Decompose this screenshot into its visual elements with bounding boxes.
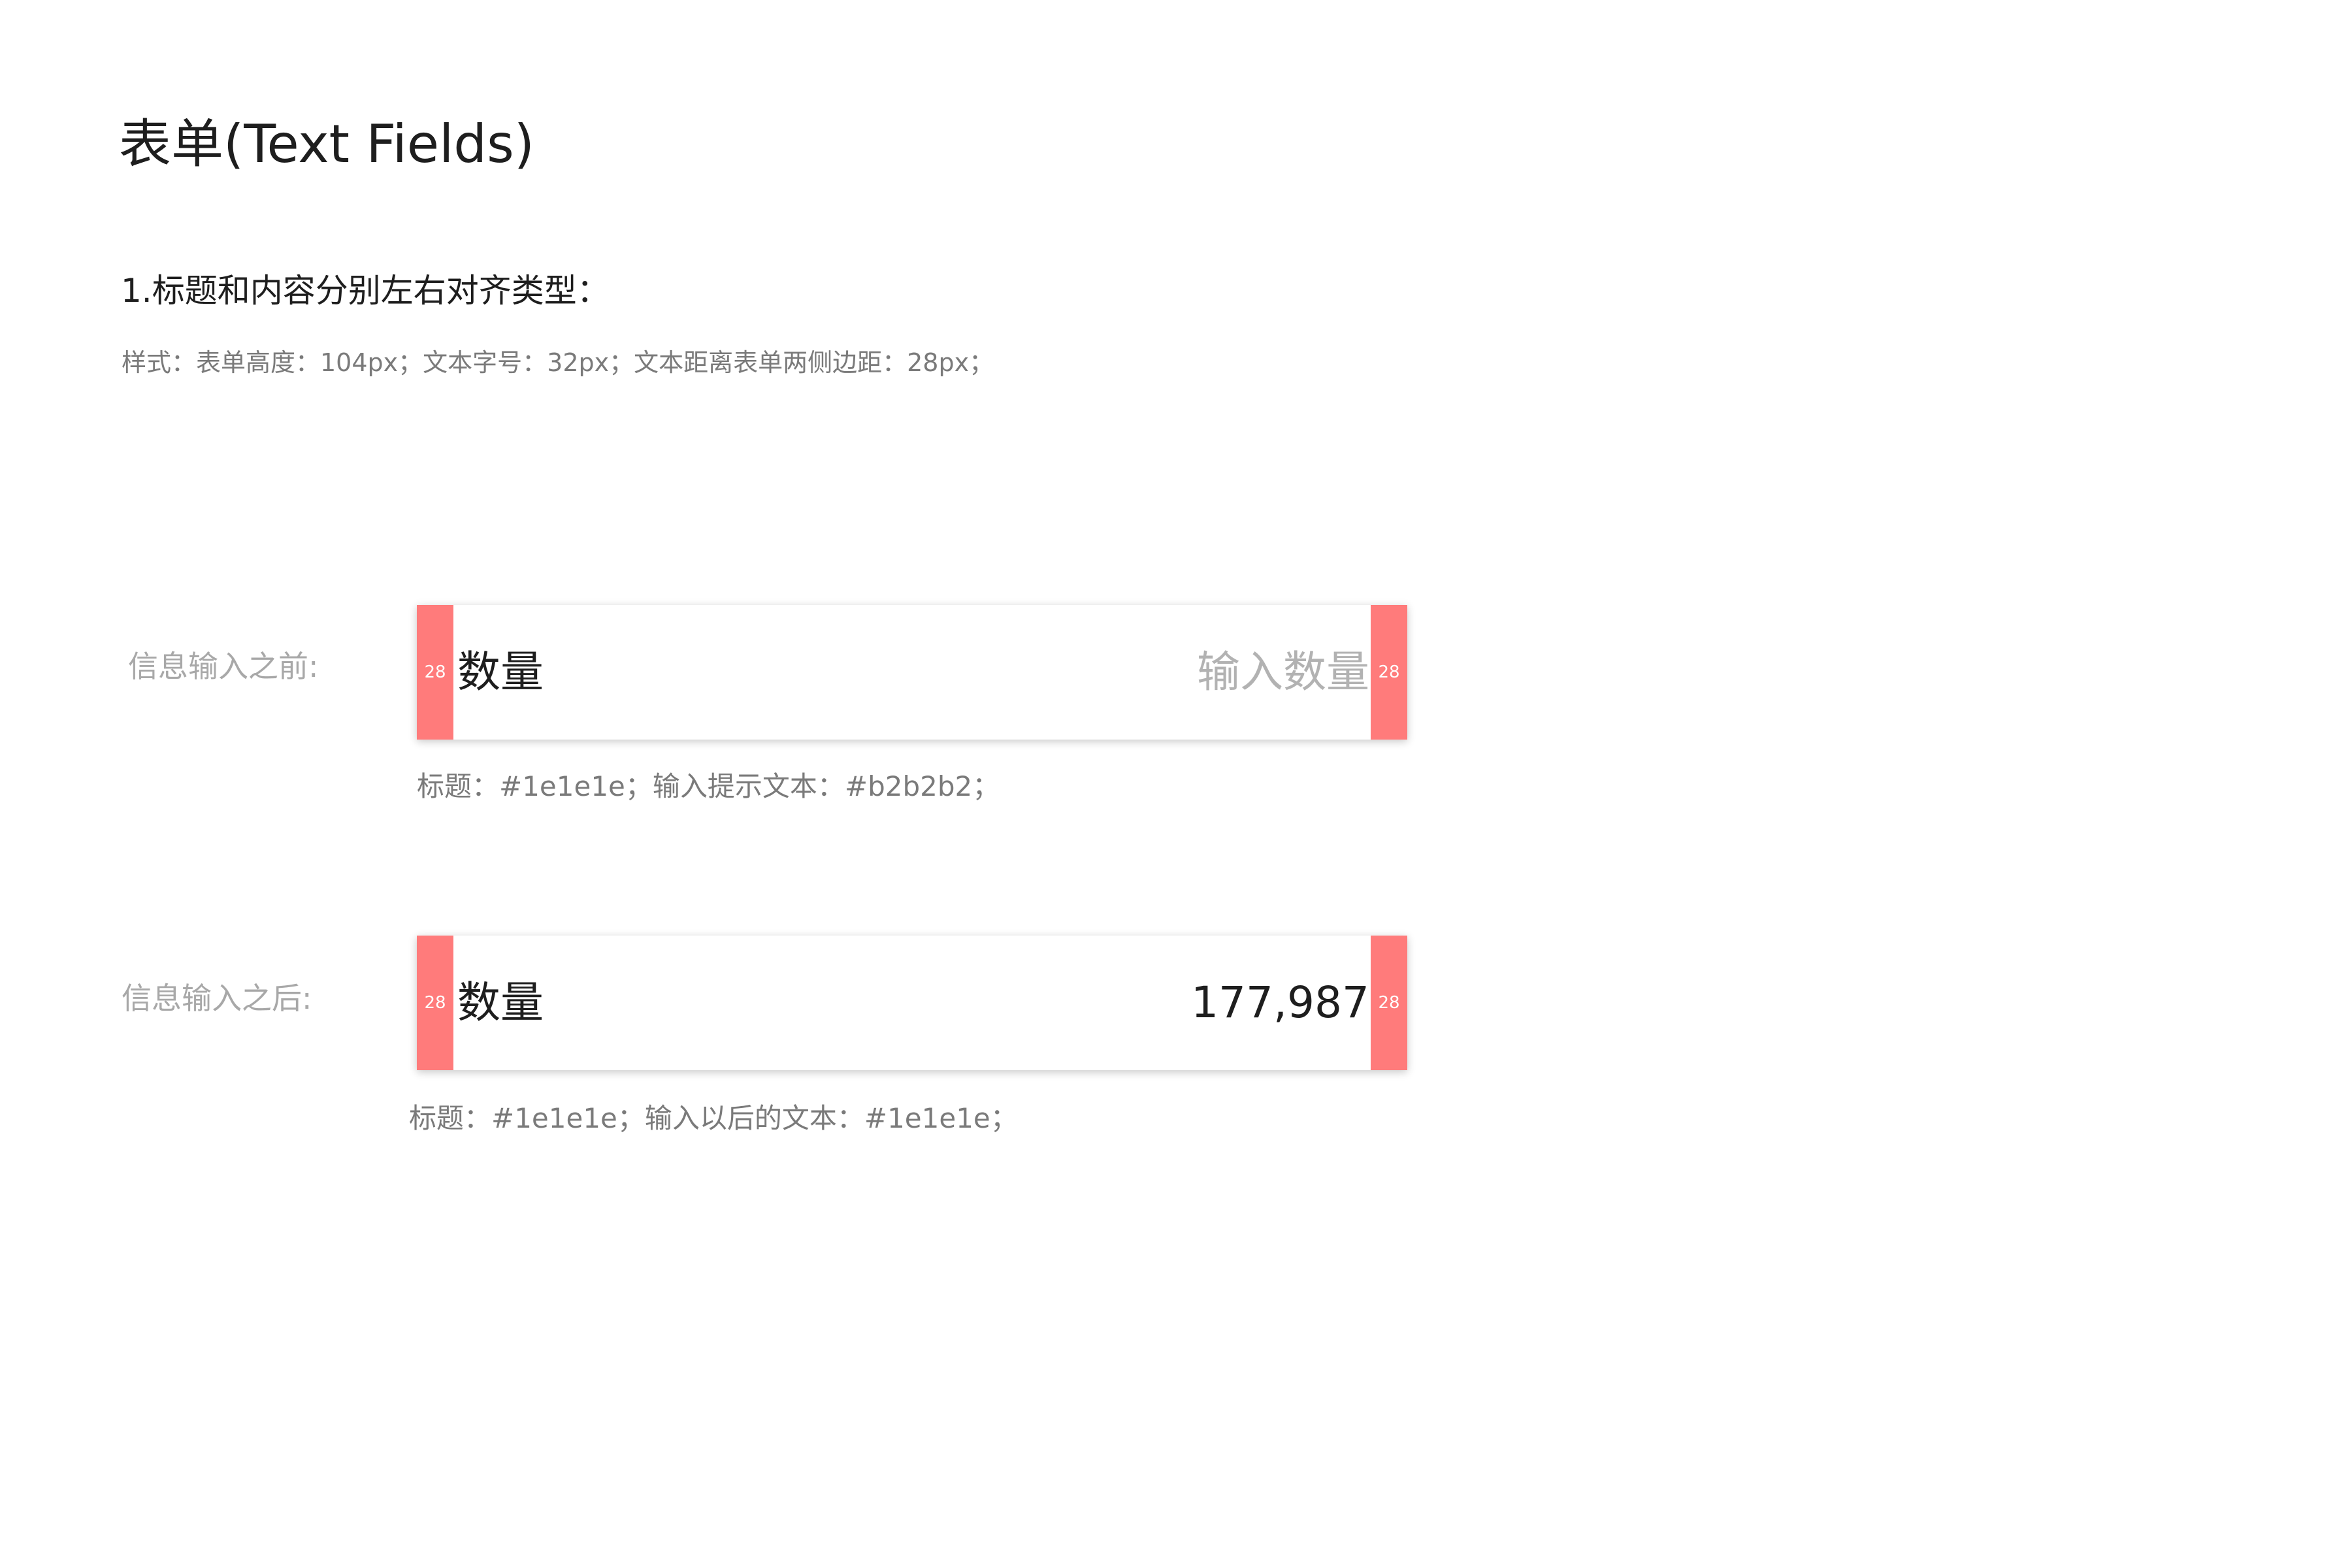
text-field-before[interactable]: 28 数量 输入数量 28 xyxy=(417,605,1407,740)
left-padding-marker: 28 xyxy=(417,936,453,1070)
right-padding-marker: 28 xyxy=(1371,605,1407,740)
before-input-label: 信息输入之前: xyxy=(128,649,319,684)
left-padding-marker: 28 xyxy=(417,605,453,740)
after-color-note: 标题：#1e1e1e；输入以后的文本：#1e1e1e； xyxy=(409,1102,1018,1134)
section-heading: 1.标题和内容分别左右对齐类型： xyxy=(121,272,610,310)
section-description: 样式：表单高度：104px；文本字号：32px；文本距离表单两侧边距：28px； xyxy=(122,348,994,377)
right-padding-marker: 28 xyxy=(1371,936,1407,1070)
before-color-note: 标题：#1e1e1e；输入提示文本：#b2b2b2； xyxy=(417,770,1000,802)
field-title: 数量 xyxy=(457,977,544,1028)
field-value[interactable]: 177,987 xyxy=(1191,936,1369,1070)
page-title: 表单(Text Fields) xyxy=(119,114,534,174)
field-title: 数量 xyxy=(457,647,544,697)
text-field-after[interactable]: 28 数量 177,987 28 xyxy=(417,936,1407,1070)
after-input-label: 信息输入之后: xyxy=(122,981,312,1016)
field-placeholder[interactable]: 输入数量 xyxy=(1197,605,1369,740)
